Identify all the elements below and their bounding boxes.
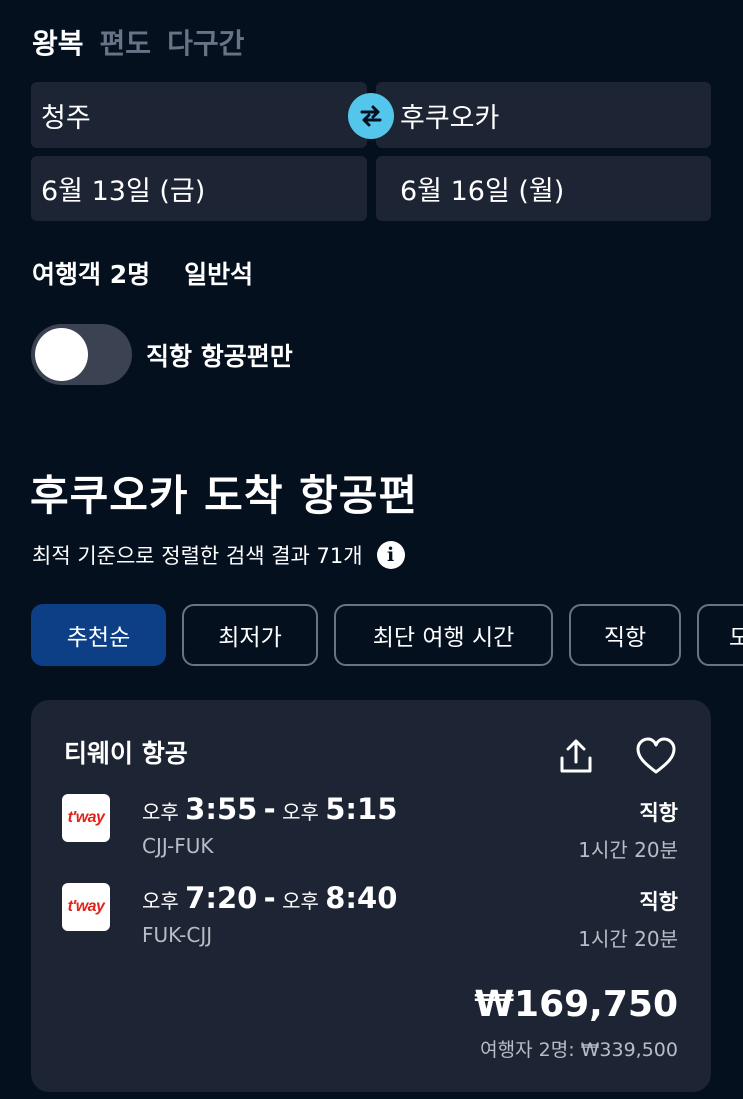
return-date-field[interactable]: 6월 16일 (월) bbox=[376, 156, 711, 221]
leg-1-arr-period: 오후 bbox=[282, 800, 319, 824]
swap-button[interactable] bbox=[348, 93, 394, 139]
destination-field[interactable]: 후쿠오카 bbox=[376, 82, 711, 148]
return-date-value: 6월 16일 (월) bbox=[400, 176, 565, 207]
leg-2-arr-period: 오후 bbox=[282, 889, 319, 913]
toggle-knob bbox=[35, 328, 88, 381]
travelers-selector[interactable]: 여행객 2명 bbox=[32, 255, 150, 291]
total-price: 여행자 2명: ₩339,500 bbox=[480, 1039, 678, 1061]
origin-field[interactable]: 청주 bbox=[31, 82, 367, 148]
leg-1-duration: 1시간 20분 bbox=[578, 838, 678, 862]
cabin-selector[interactable]: 일반석 bbox=[184, 255, 253, 291]
leg-2-duration: 1시간 20분 bbox=[578, 927, 678, 951]
depart-date-field[interactable]: 6월 13일 (금) bbox=[31, 156, 367, 221]
airline-logo: t'way bbox=[62, 794, 110, 842]
leg-1-dep-time: 3:55 bbox=[185, 792, 258, 826]
results-title: 후쿠오카 도착 항공편 bbox=[30, 471, 419, 520]
chip-fastest[interactable]: 최단 여행 시간 bbox=[334, 604, 553, 666]
leg-2-separator: - bbox=[263, 881, 276, 915]
leg-2-arr-time: 8:40 bbox=[325, 881, 398, 915]
sort-chips: 추천순 최저가 최단 여행 시간 직항 도 bbox=[31, 604, 743, 668]
leg-2-route: FUK-CJJ bbox=[142, 923, 213, 947]
origin-value: 청주 bbox=[41, 102, 91, 134]
tab-round-trip[interactable]: 왕복 bbox=[32, 22, 84, 62]
trip-type-tabs: 왕복 편도 다구간 bbox=[32, 22, 244, 62]
results-summary-row: 최적 기준으로 정렬한 검색 결과 71개 i bbox=[32, 540, 405, 570]
leg-2-stops: 직항 bbox=[639, 890, 678, 914]
results-summary: 최적 기준으로 정렬한 검색 결과 71개 bbox=[32, 544, 363, 568]
destination-value: 후쿠오카 bbox=[400, 102, 500, 134]
airline-name: 티웨이 항공 bbox=[64, 739, 188, 768]
depart-date-value: 6월 13일 (금) bbox=[41, 176, 206, 207]
direct-only-label: 직항 항공편만 bbox=[146, 342, 293, 371]
info-icon[interactable]: i bbox=[376, 541, 405, 569]
leg-1-separator: - bbox=[263, 792, 276, 826]
chip-direct[interactable]: 직항 bbox=[569, 604, 681, 666]
tab-one-way[interactable]: 편도 bbox=[100, 22, 152, 62]
swap-arrows-icon bbox=[360, 105, 382, 127]
direct-only-toggle[interactable] bbox=[31, 324, 132, 385]
heart-icon[interactable] bbox=[634, 736, 678, 776]
price-per-person: ₩169,750 bbox=[474, 984, 678, 1025]
share-icon[interactable] bbox=[556, 736, 596, 776]
leg-1-arr-time: 5:15 bbox=[325, 792, 398, 826]
chip-recommended[interactable]: 추천순 bbox=[31, 604, 166, 666]
leg-2-dep-time: 7:20 bbox=[185, 881, 258, 915]
leg-2-dep-period: 오후 bbox=[142, 889, 179, 913]
leg-1-stops: 직항 bbox=[639, 801, 678, 825]
leg-1-dep-period: 오후 bbox=[142, 800, 179, 824]
chip-cheapest[interactable]: 최저가 bbox=[182, 604, 318, 666]
leg-2-times: 오후 7:20 - 오후 8:40 bbox=[142, 881, 397, 915]
chip-more[interactable]: 도 bbox=[697, 604, 743, 666]
leg-1-route: CJJ-FUK bbox=[142, 834, 214, 858]
leg-1-times: 오후 3:55 - 오후 5:15 bbox=[142, 792, 397, 826]
passenger-cabin-row: 여행객 2명 일반석 bbox=[32, 255, 253, 291]
airline-logo: t'way bbox=[62, 883, 110, 931]
flight-card[interactable]: 티웨이 항공 t'way 오후 3:55 - 오후 5:15 CJJ-FUK 직… bbox=[31, 700, 711, 1092]
tab-multi-city[interactable]: 다구간 bbox=[167, 22, 244, 62]
